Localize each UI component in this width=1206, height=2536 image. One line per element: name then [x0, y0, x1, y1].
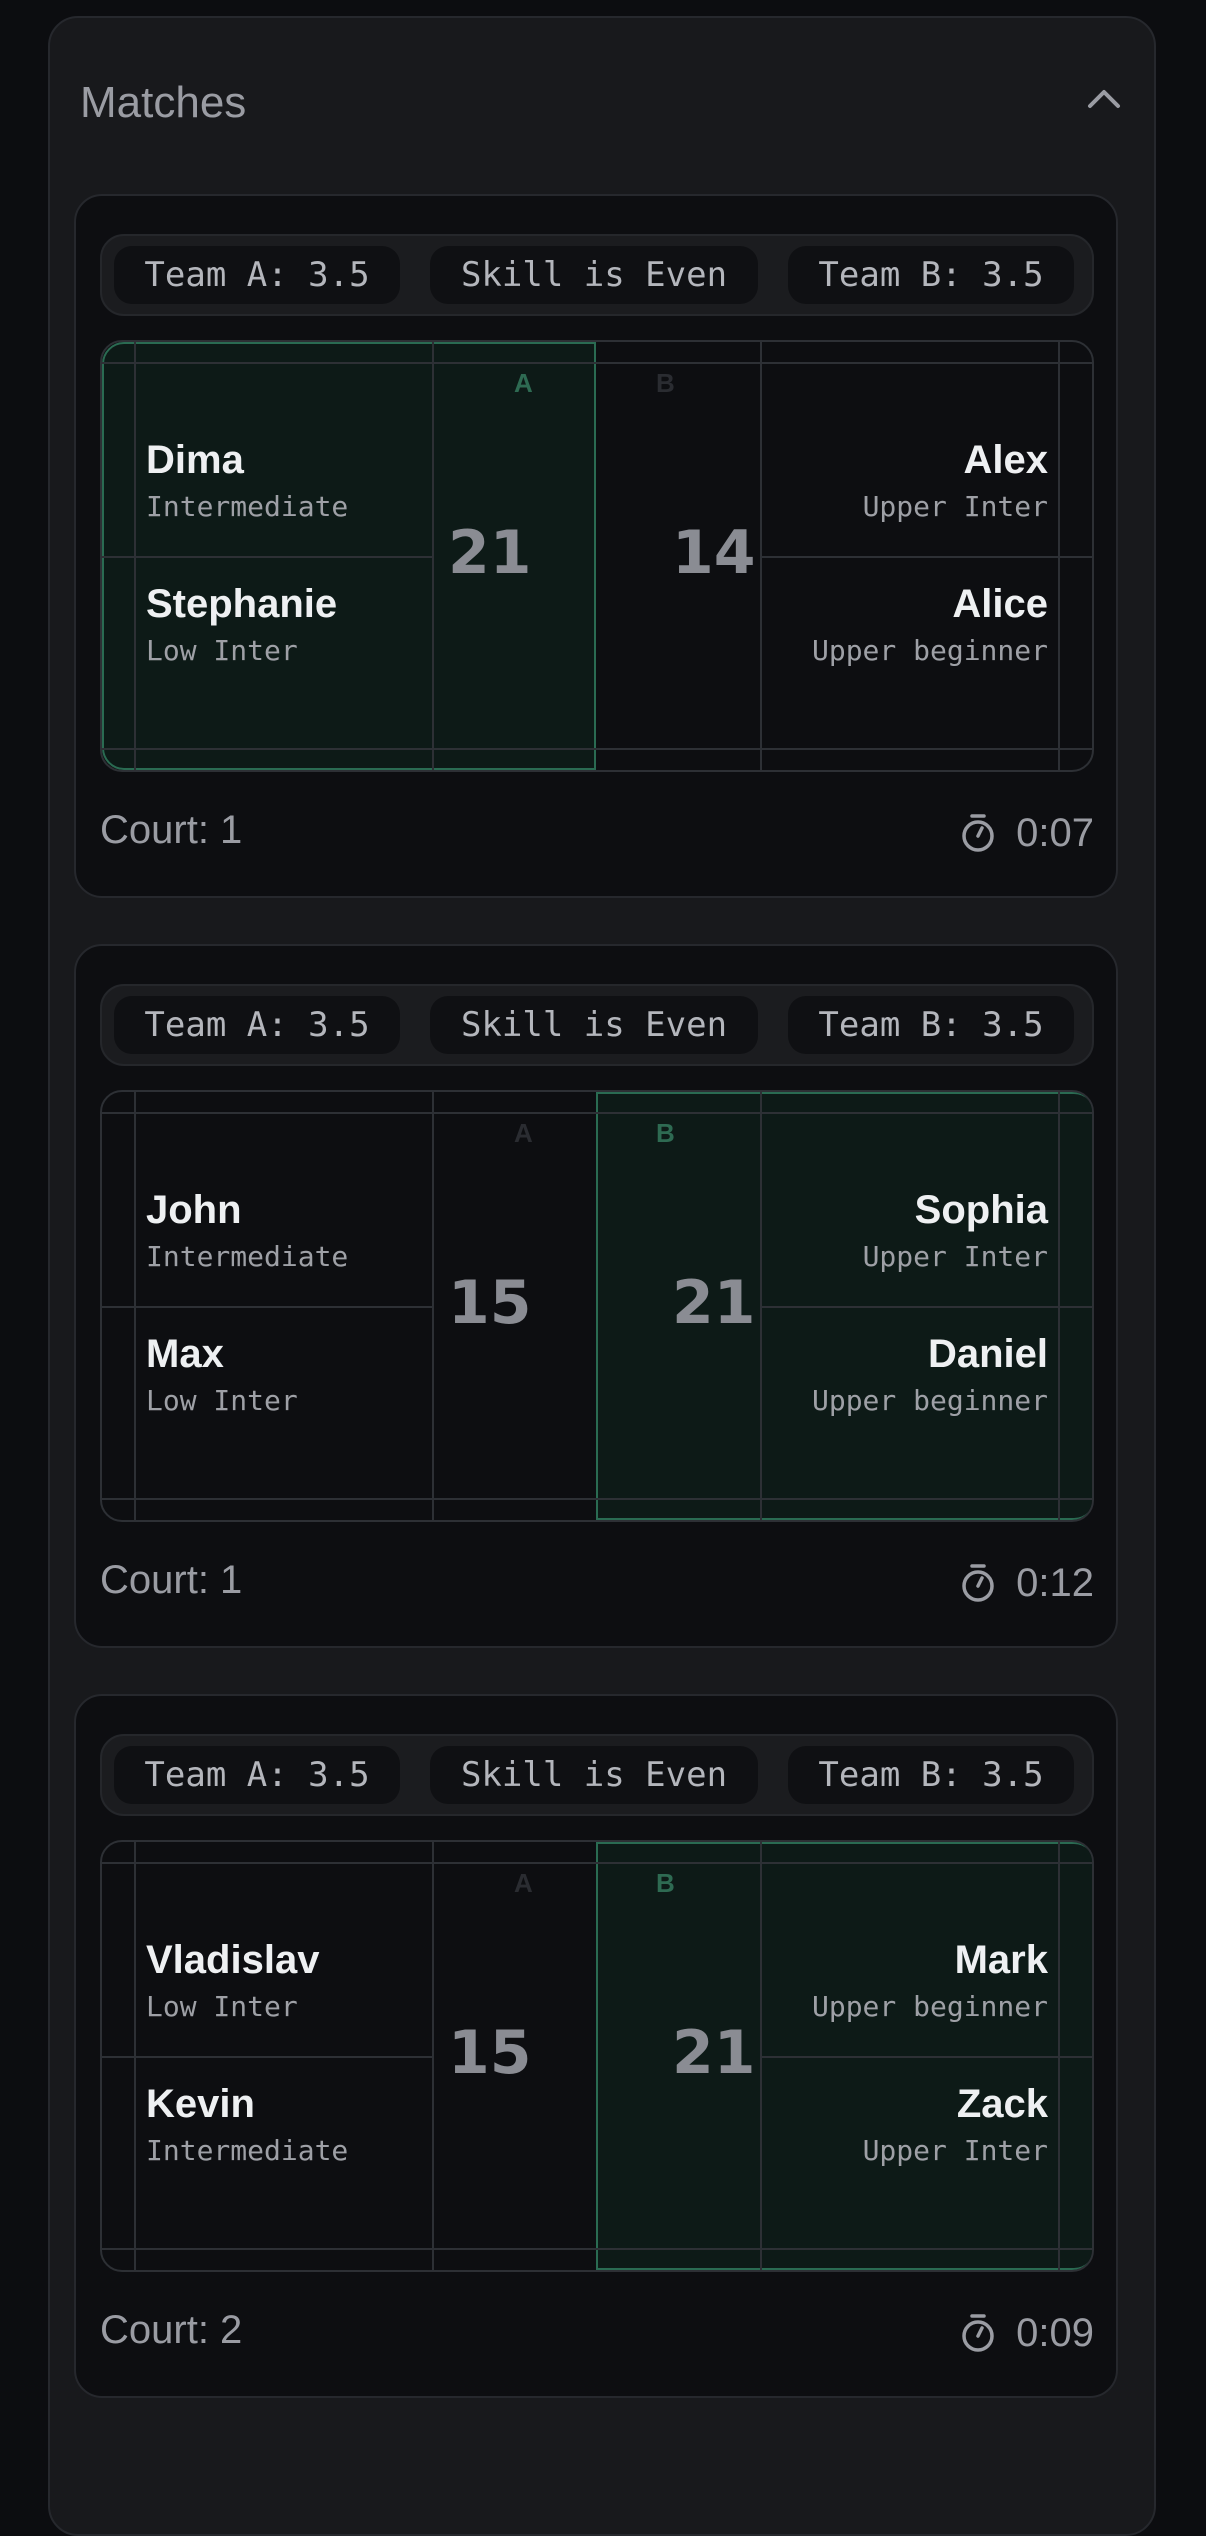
court-number: Court: 2: [100, 2308, 243, 2352]
stopwatch-icon: [962, 1564, 994, 1602]
match-footer: Court: 2 0:09: [100, 2308, 1094, 2358]
score-team-b: 21: [672, 1268, 756, 1338]
match-card-1[interactable]: Team A: 3.5 Skill is Even Team B: 3.5 A …: [74, 194, 1118, 898]
court-line: [102, 556, 432, 558]
team-skill-bar: Team A: 3.5 Skill is Even Team B: 3.5: [100, 984, 1094, 1066]
score-team-b: 21: [672, 2018, 756, 2088]
team-a-rating: Team A: 3.5: [114, 996, 400, 1054]
elapsed-time: 0:09: [1016, 2310, 1094, 2355]
side-label-b: B: [656, 368, 675, 398]
player-name: Daniel: [927, 1332, 1048, 1376]
court-number: Court: 1: [100, 808, 243, 852]
player-name: Kevin: [146, 2082, 255, 2126]
side-label-a: A: [514, 1868, 533, 1898]
side-label-b: B: [656, 1868, 675, 1898]
court-line: [102, 2056, 432, 2058]
court-line: [760, 2056, 1092, 2058]
player-name: Max: [146, 1332, 224, 1376]
player-level: Upper beginner: [811, 1990, 1048, 2023]
skill-balance-badge: Skill is Even: [430, 1746, 758, 1804]
court-line: [760, 556, 1092, 558]
side-label-b: B: [656, 1118, 675, 1148]
stopwatch-icon: [962, 814, 994, 852]
court-line: [102, 1112, 1092, 1114]
player-name: John: [146, 1188, 242, 1232]
team-b-rating: Team B: 3.5: [788, 996, 1074, 1054]
player-name: Dima: [146, 438, 244, 482]
team-skill-bar: Team A: 3.5 Skill is Even Team B: 3.5: [100, 234, 1094, 316]
elapsed-time: 0:12: [1016, 1560, 1094, 1605]
team-b-rating: Team B: 3.5: [788, 246, 1074, 304]
score-team-a: 21: [448, 518, 532, 588]
team-a-rating: Team A: 3.5: [114, 1746, 400, 1804]
court-line: [760, 1306, 1092, 1308]
court-diagram: A B 15 21 John Intermediate Max Low Inte…: [100, 1090, 1094, 1522]
court-line: [102, 2248, 1092, 2250]
team-skill-bar: Team A: 3.5 Skill is Even Team B: 3.5: [100, 1734, 1094, 1816]
player-level: Low Inter: [146, 1990, 298, 2023]
court-line: [102, 1306, 432, 1308]
player-level: Upper Inter: [862, 2134, 1048, 2167]
court-diagram: A B 21 14 Dima Intermediate Stephanie Lo…: [100, 340, 1094, 772]
player-level: Intermediate: [146, 490, 349, 523]
player-name: Zack: [956, 2082, 1048, 2126]
player-level: Upper beginner: [811, 1384, 1048, 1417]
side-label-a: A: [514, 368, 533, 398]
court-line: [102, 748, 1092, 750]
court-line: [102, 1498, 1092, 1500]
match-card-3[interactable]: Team A: 3.5 Skill is Even Team B: 3.5 A …: [74, 1694, 1118, 2398]
matches-panel-header[interactable]: Matches: [50, 18, 1154, 178]
court-line: [102, 362, 1092, 364]
court-diagram: A B 15 21 Vladislav Low Inter Kevin Inte…: [100, 1840, 1094, 2272]
court-number: Court: 1: [100, 1558, 243, 1602]
player-level: Upper Inter: [862, 490, 1048, 523]
court-line: [432, 1092, 434, 1520]
player-level: Intermediate: [146, 2134, 349, 2167]
court-line: [102, 1862, 1092, 1864]
match-timer: 0:09: [960, 2308, 1094, 2358]
match-timer: 0:12: [960, 1558, 1094, 1608]
player-name: Alex: [963, 438, 1049, 482]
player-name: Alice: [952, 582, 1048, 626]
score-team-a: 15: [448, 1268, 532, 1338]
court-line: [432, 1842, 434, 2270]
match-footer: Court: 1 0:07: [100, 808, 1094, 858]
match-timer: 0:07: [960, 808, 1094, 858]
panel-title: Matches: [80, 78, 247, 127]
team-a-rating: Team A: 3.5: [114, 246, 400, 304]
player-level: Low Inter: [146, 1384, 298, 1417]
player-name: Mark: [954, 1938, 1048, 1982]
match-footer: Court: 1 0:12: [100, 1558, 1094, 1608]
elapsed-time: 0:07: [1016, 810, 1094, 855]
court-line: [432, 342, 434, 770]
skill-balance-badge: Skill is Even: [430, 996, 758, 1054]
score-team-a: 15: [448, 2018, 532, 2088]
player-level: Upper beginner: [811, 634, 1048, 667]
chevron-up-icon[interactable]: [1084, 78, 1124, 118]
player-name: Sophia: [914, 1188, 1048, 1232]
player-name: Vladislav: [146, 1938, 320, 1982]
player-level: Intermediate: [146, 1240, 349, 1273]
match-card-2[interactable]: Team A: 3.5 Skill is Even Team B: 3.5 A …: [74, 944, 1118, 1648]
skill-balance-badge: Skill is Even: [430, 246, 758, 304]
matches-panel: Matches Team A: 3.5 Skill is Even Team B…: [48, 16, 1156, 2536]
side-label-a: A: [514, 1118, 533, 1148]
player-level: Upper Inter: [862, 1240, 1048, 1273]
score-team-b: 14: [672, 518, 756, 588]
team-b-rating: Team B: 3.5: [788, 1746, 1074, 1804]
player-name: Stephanie: [146, 582, 338, 626]
player-level: Low Inter: [146, 634, 298, 667]
stopwatch-icon: [962, 2314, 994, 2352]
